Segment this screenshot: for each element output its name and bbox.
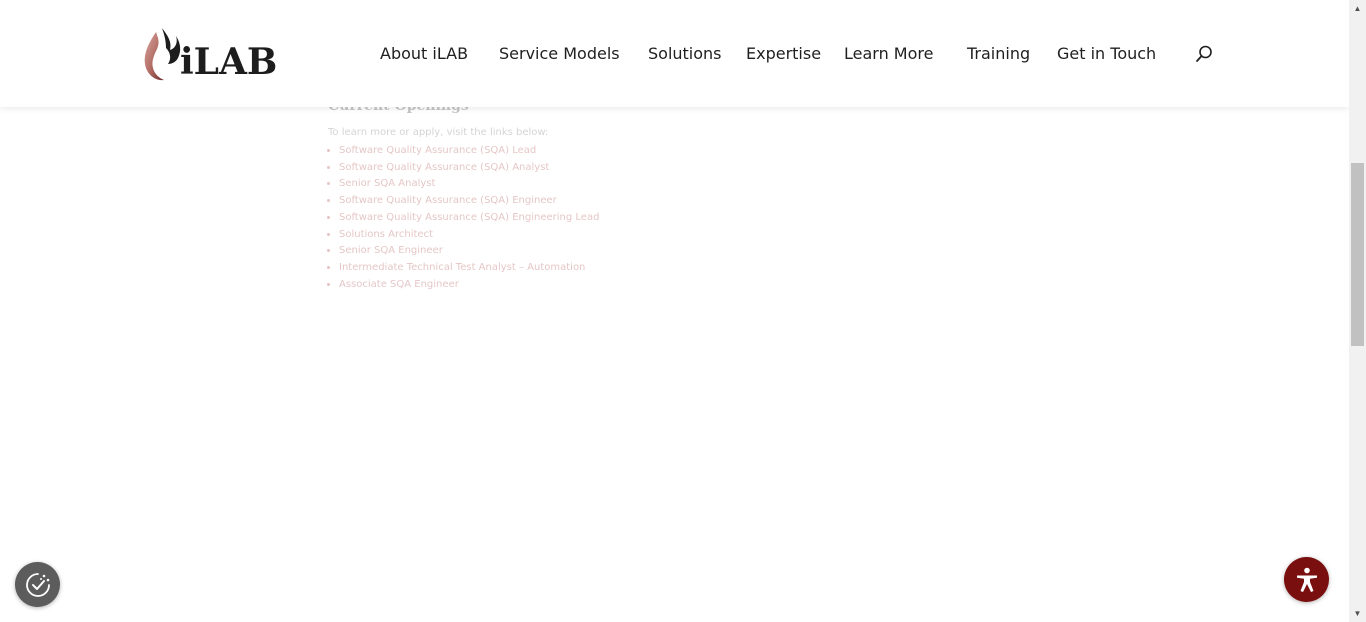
job-link[interactable]: Senior SQA Engineer <box>339 243 928 260</box>
job-link[interactable]: Associate SQA Engineer <box>339 277 928 294</box>
logo-wordmark: iLAB <box>180 41 278 83</box>
current-openings-section: Current Openings To learn more or apply,… <box>328 96 928 293</box>
accessibility-button[interactable] <box>1284 557 1329 602</box>
job-link[interactable]: Software Quality Assurance (SQA) Lead <box>339 143 928 160</box>
job-link[interactable]: Senior SQA Analyst <box>339 176 928 193</box>
scroll-up-arrow-icon[interactable]: ▲ <box>1349 0 1366 17</box>
nav-item-get-in-touch[interactable]: Get in Touch <box>1057 43 1156 65</box>
cookie-consent-button[interactable] <box>15 562 60 607</box>
scroll-down-arrow-icon[interactable]: ▼ <box>1349 605 1366 622</box>
openings-list: Software Quality Assurance (SQA) Lead So… <box>328 143 928 293</box>
job-link[interactable]: Intermediate Technical Test Analyst – Au… <box>339 260 928 277</box>
site-header: iLAB About iLAB Service Models Solutions… <box>0 0 1349 107</box>
nav-item-service-models[interactable]: Service Models <box>499 43 620 65</box>
job-link[interactable]: Solutions Architect <box>339 227 928 244</box>
nav-item-learn-more[interactable]: Learn More <box>844 43 933 65</box>
job-link[interactable]: Software Quality Assurance (SQA) Enginee… <box>339 193 928 210</box>
page-scrollbar[interactable]: ▲ ▼ <box>1349 0 1366 622</box>
nav-item-training[interactable]: Training <box>967 43 1030 65</box>
scroll-thumb[interactable] <box>1351 163 1364 346</box>
accessibility-icon <box>1296 567 1317 592</box>
site-logo[interactable]: iLAB <box>142 26 278 84</box>
nav-item-about[interactable]: About iLAB <box>380 43 468 65</box>
search-icon[interactable] <box>1194 44 1214 64</box>
nav-item-expertise[interactable]: Expertise <box>746 43 821 65</box>
job-link[interactable]: Software Quality Assurance (SQA) Enginee… <box>339 210 928 227</box>
nav-item-solutions[interactable]: Solutions <box>648 43 722 65</box>
flame-logo-icon <box>144 28 181 81</box>
job-link[interactable]: Software Quality Assurance (SQA) Analyst <box>339 160 928 177</box>
openings-intro: To learn more or apply, visit the links … <box>328 127 549 138</box>
cookie-consent-icon <box>25 572 50 597</box>
page: Current Openings To learn more or apply,… <box>0 0 1366 622</box>
